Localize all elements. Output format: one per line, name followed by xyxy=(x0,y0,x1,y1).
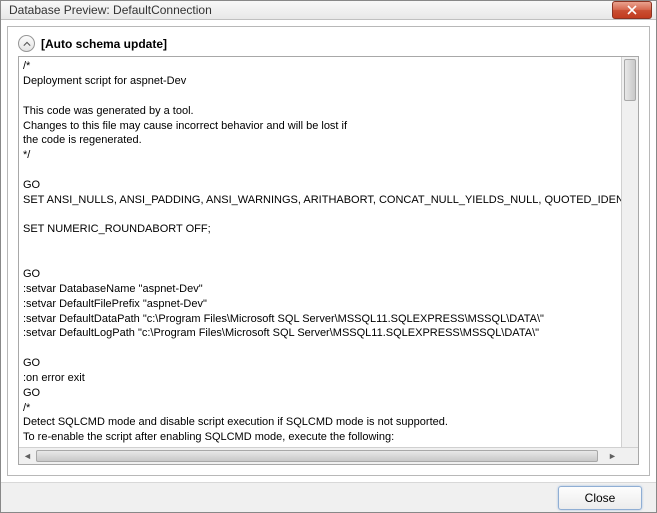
script-text[interactable]: /* Deployment script for aspnet-Dev This… xyxy=(19,57,638,447)
close-icon xyxy=(627,5,637,15)
dialog-body: [Auto schema update] /* Deployment scrip… xyxy=(7,26,650,476)
vertical-scrollbar-thumb[interactable] xyxy=(624,59,636,101)
section-header: [Auto schema update] xyxy=(18,35,639,52)
titlebar: Database Preview: DefaultConnection xyxy=(1,1,656,20)
horizontal-scrollbar[interactable]: ◄ ► xyxy=(19,447,638,464)
close-button[interactable]: Close xyxy=(558,486,642,510)
collapse-toggle[interactable] xyxy=(18,35,35,52)
window-close-button[interactable] xyxy=(612,1,652,19)
chevron-up-icon xyxy=(23,40,31,48)
scroll-right-arrow[interactable]: ► xyxy=(604,448,621,465)
scroll-left-arrow[interactable]: ◄ xyxy=(19,448,36,465)
dialog-footer: Close xyxy=(1,482,656,512)
window-title: Database Preview: DefaultConnection xyxy=(9,3,212,17)
vertical-scrollbar[interactable] xyxy=(621,57,638,447)
horizontal-scrollbar-thumb[interactable] xyxy=(36,450,598,462)
section-title: [Auto schema update] xyxy=(41,37,167,51)
script-panel: /* Deployment script for aspnet-Dev This… xyxy=(18,56,639,465)
horizontal-scrollbar-track[interactable] xyxy=(36,448,621,464)
